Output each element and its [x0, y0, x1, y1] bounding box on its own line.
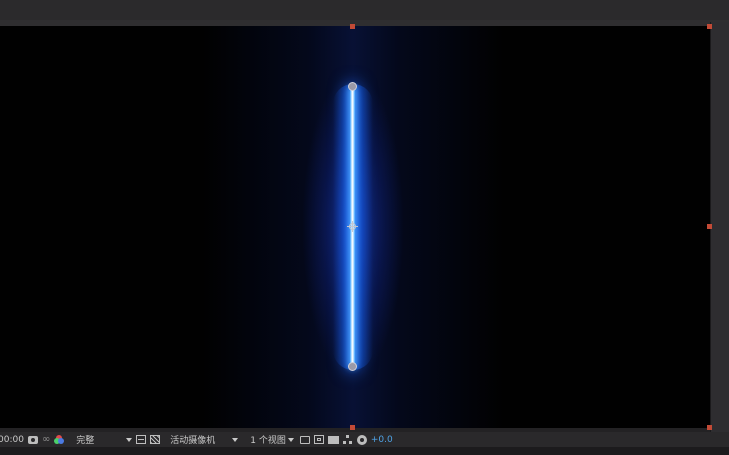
timeline-button[interactable]	[327, 432, 339, 447]
toggle-pixel-aspect-button[interactable]	[299, 432, 310, 447]
timecode[interactable]: 00:00	[0, 432, 24, 447]
show-channel-button[interactable]	[54, 432, 65, 447]
comp-handle-bottom[interactable]	[350, 425, 355, 430]
snapshot-button[interactable]	[27, 432, 38, 447]
color-channels-icon	[54, 435, 65, 444]
panel-bottom-edge	[0, 447, 729, 455]
flowchart-icon	[342, 435, 353, 444]
frame-icon	[313, 435, 324, 444]
camera-select[interactable]: 活动摄像机	[170, 432, 228, 447]
grid-icon	[136, 435, 147, 444]
comp-handle-bottom-right[interactable]	[707, 425, 712, 430]
views-select[interactable]: 1 个视图	[250, 432, 286, 447]
transparency-grid-icon	[150, 435, 161, 444]
exposure-reset-icon	[356, 434, 367, 445]
resolution-dropdown[interactable]	[126, 432, 133, 447]
views-dropdown[interactable]	[287, 432, 294, 447]
link-icon: ∞	[41, 434, 51, 445]
transparency-grid-button[interactable]	[150, 432, 161, 447]
anchor-point-icon[interactable]	[347, 221, 358, 232]
camera-icon	[27, 435, 38, 444]
fast-previews-button[interactable]	[313, 432, 324, 447]
composition-viewer[interactable]	[0, 26, 710, 428]
chevron-down-icon	[232, 437, 239, 442]
region-of-interest-button[interactable]	[136, 432, 147, 447]
region-icon	[299, 435, 310, 444]
chevron-down-icon	[287, 437, 294, 442]
chevron-down-icon	[126, 437, 133, 442]
camera-dropdown[interactable]	[232, 432, 239, 447]
flowchart-button[interactable]	[342, 432, 353, 447]
beam-end-point[interactable]	[348, 362, 357, 371]
image-icon	[327, 435, 339, 444]
comp-handle-top[interactable]	[350, 24, 355, 29]
exposure-value[interactable]: +0.0	[371, 432, 393, 447]
resolution-select[interactable]: 完整	[76, 432, 122, 447]
beam-start-point[interactable]	[348, 82, 357, 91]
anchor-ring	[349, 223, 356, 230]
viewer-toolbar: 00:00 ∞ 完整 活动摄像机 1 个视图 +0.0	[0, 432, 729, 447]
comp-handle-top-right[interactable]	[707, 24, 712, 29]
right-panel	[710, 22, 729, 432]
comp-handle-right[interactable]	[707, 224, 712, 229]
reset-exposure-button[interactable]	[356, 432, 367, 447]
show-snapshot-button[interactable]: ∞	[42, 432, 50, 447]
